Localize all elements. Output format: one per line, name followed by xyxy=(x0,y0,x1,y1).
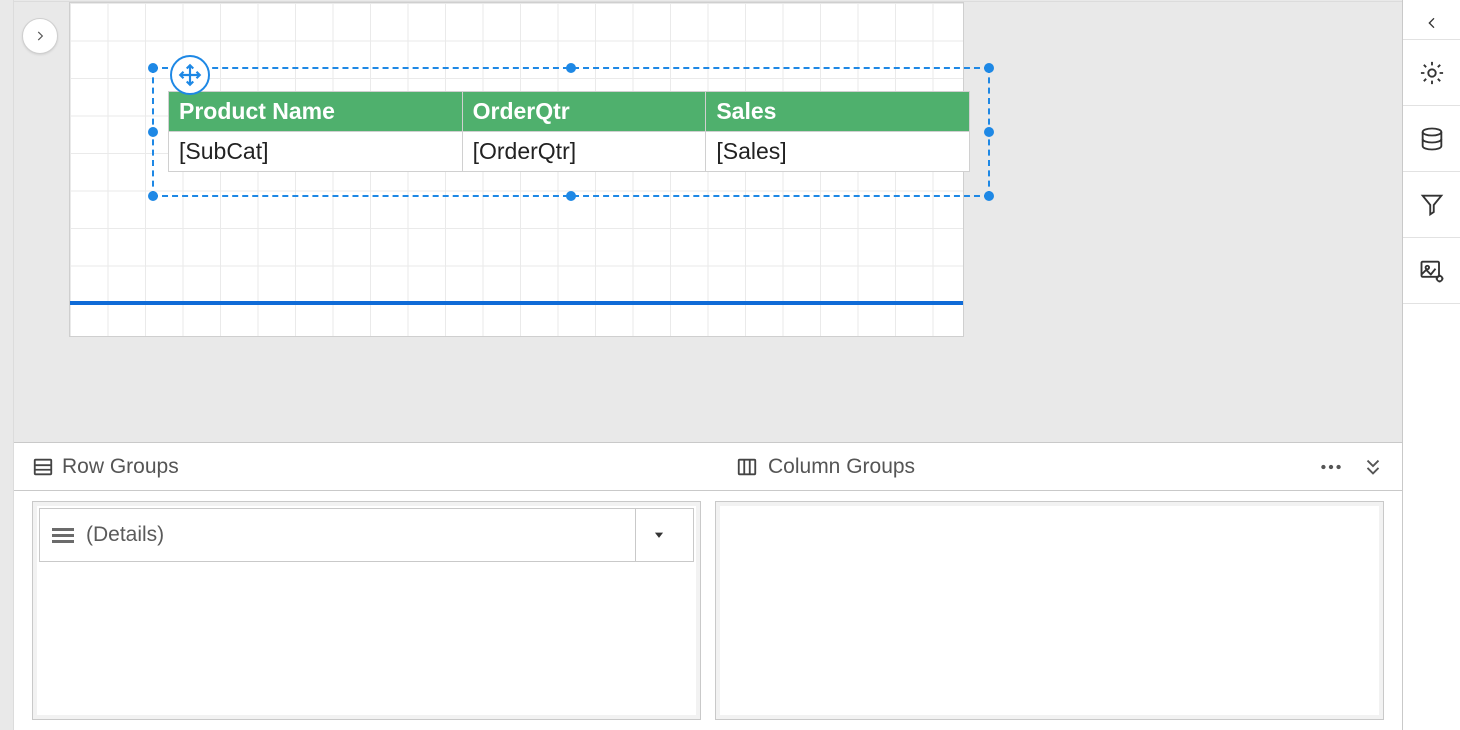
resize-handle-n[interactable] xyxy=(566,63,576,73)
right-properties-rail xyxy=(1402,0,1460,730)
resize-handle-w[interactable] xyxy=(148,127,158,137)
left-ruler-rail xyxy=(0,0,14,730)
resize-handle-ne[interactable] xyxy=(984,63,994,73)
header-sales[interactable]: Sales xyxy=(706,92,970,132)
chevron-left-icon xyxy=(1424,15,1440,31)
cell-orderqtr[interactable]: [OrderQtr] xyxy=(462,132,706,172)
rail-data-button[interactable] xyxy=(1403,106,1460,172)
body-footer-divider[interactable] xyxy=(70,301,963,305)
resize-handle-se[interactable] xyxy=(984,191,994,201)
tablix-move-handle[interactable] xyxy=(170,55,210,95)
ellipsis-icon xyxy=(1318,454,1344,480)
gear-icon xyxy=(1418,59,1446,87)
column-groups-icon xyxy=(736,456,758,478)
grouping-pane-header: Row Groups Column Groups xyxy=(14,443,1402,491)
chevron-right-icon xyxy=(33,29,47,43)
resize-handle-sw[interactable] xyxy=(148,191,158,201)
database-icon xyxy=(1418,125,1446,153)
rail-image-button[interactable] xyxy=(1403,238,1460,304)
details-group-menu-button[interactable] xyxy=(635,509,681,561)
triangle-down-icon xyxy=(652,528,666,542)
cell-sales[interactable]: [Sales] xyxy=(706,132,970,172)
tablix-header-row[interactable]: Product Name OrderQtr Sales xyxy=(169,92,970,132)
rail-filter-button[interactable] xyxy=(1403,172,1460,238)
grouping-pane: Row Groups Column Groups xyxy=(14,442,1402,730)
row-groups-icon xyxy=(32,456,54,478)
double-chevron-down-icon xyxy=(1362,456,1384,478)
rail-properties-button[interactable] xyxy=(1403,40,1460,106)
column-groups-column[interactable] xyxy=(715,501,1384,720)
report-body-surface[interactable]: Product Name OrderQtr Sales [SubCat] [Or… xyxy=(69,2,964,337)
details-group-row[interactable]: (Details) xyxy=(39,508,694,562)
main-panel: Product Name OrderQtr Sales [SubCat] [Or… xyxy=(14,0,1402,730)
details-group-label: (Details) xyxy=(86,523,164,547)
resize-handle-s[interactable] xyxy=(566,191,576,201)
row-groups-column[interactable]: (Details) xyxy=(32,501,701,720)
funnel-icon xyxy=(1418,191,1446,219)
column-groups-label: Column Groups xyxy=(768,455,915,479)
design-canvas-area[interactable]: Product Name OrderQtr Sales [SubCat] [Or… xyxy=(14,2,1402,442)
cell-subcat[interactable]: [SubCat] xyxy=(169,132,463,172)
grouping-more-button[interactable] xyxy=(1318,454,1344,480)
tablix-data-row[interactable]: [SubCat] [OrderQtr] [Sales] xyxy=(169,132,970,172)
hamburger-icon xyxy=(52,528,74,543)
grouping-pane-body: (Details) xyxy=(14,491,1402,730)
resize-handle-nw[interactable] xyxy=(148,63,158,73)
row-groups-label: Row Groups xyxy=(62,455,179,479)
expand-toolbox-button[interactable] xyxy=(22,18,58,54)
move-icon xyxy=(177,62,203,88)
header-orderqtr[interactable]: OrderQtr xyxy=(462,92,706,132)
tablix[interactable]: Product Name OrderQtr Sales [SubCat] [Or… xyxy=(168,91,970,172)
resize-handle-e[interactable] xyxy=(984,127,994,137)
header-product-name[interactable]: Product Name xyxy=(169,92,463,132)
rail-collapse-button[interactable] xyxy=(1403,6,1460,40)
report-designer-app: Product Name OrderQtr Sales [SubCat] [Or… xyxy=(0,0,1460,730)
image-settings-icon xyxy=(1418,257,1446,285)
grouping-collapse-button[interactable] xyxy=(1362,456,1384,478)
